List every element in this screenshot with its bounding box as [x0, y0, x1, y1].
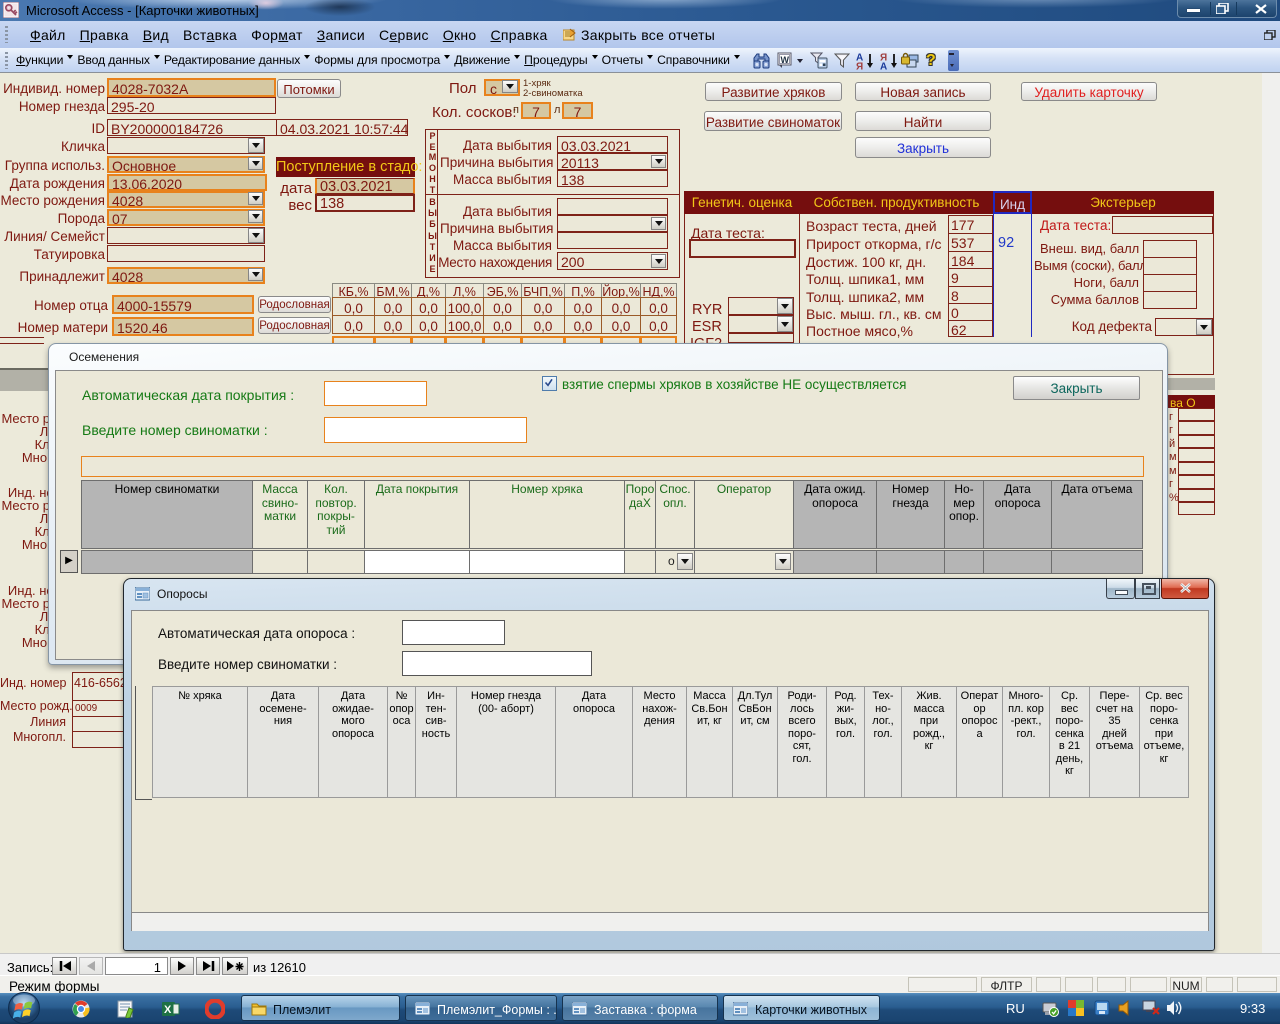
svg-text:X: X	[164, 1004, 172, 1016]
svg-text:W: W	[781, 55, 790, 65]
svg-text:Я: Я	[856, 62, 863, 71]
svg-text:А: А	[880, 62, 887, 71]
